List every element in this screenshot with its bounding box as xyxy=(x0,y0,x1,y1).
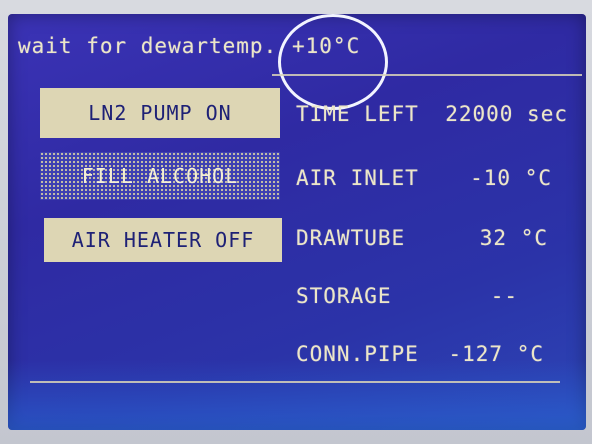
time-left-value: 22000 sec xyxy=(445,102,568,126)
storage-value: -- xyxy=(490,284,518,308)
drawtube-value: 32 °C xyxy=(479,226,548,250)
screen-glare xyxy=(8,360,586,430)
air-inlet-value: -10 °C xyxy=(470,166,552,190)
ln2-pump-button[interactable]: LN2 PUMP ON xyxy=(40,88,280,138)
lcd-screen: wait for dewartemp. +10°C LN2 PUMP ON FI… xyxy=(8,14,586,430)
fill-alcohol-button[interactable]: FILL ALCOHOL xyxy=(40,152,280,200)
conn-pipe-label: CONN.PIPE xyxy=(296,342,419,366)
air-heater-button[interactable]: AIR HEATER OFF xyxy=(44,218,282,262)
highlight-circle xyxy=(278,14,388,110)
air-inlet-label: AIR INLET xyxy=(296,166,419,190)
footer-divider xyxy=(30,381,560,383)
conn-pipe-value: -127 °C xyxy=(448,342,544,366)
time-left-label: TIME LEFT xyxy=(296,102,419,126)
drawtube-label: DRAWTUBE xyxy=(296,226,406,250)
status-message: wait for dewartemp. xyxy=(18,34,278,58)
header-divider xyxy=(272,74,582,76)
